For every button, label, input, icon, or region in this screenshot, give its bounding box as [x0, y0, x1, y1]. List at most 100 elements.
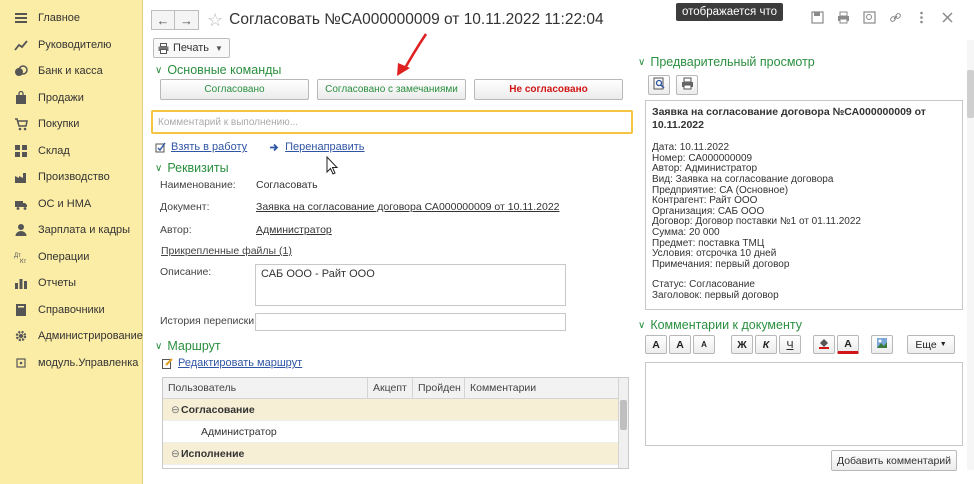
table-row[interactable]: ⊖ Исполнение — [163, 443, 628, 465]
forward-button[interactable]: → — [175, 10, 199, 30]
sidebar-item-admin[interactable]: Администрирование — [0, 323, 143, 350]
back-button[interactable]: ← — [151, 10, 175, 30]
preview-line: Сумма: 20 000 — [652, 226, 720, 238]
name-label: Наименование: — [160, 179, 236, 191]
sidebar-item-reports[interactable]: Отчеты — [0, 270, 142, 297]
title-bar: ← → ☆ Согласовать №СА000000009 от 10.11.… — [151, 8, 604, 32]
preview-zoom-button[interactable] — [648, 75, 670, 95]
close-icon[interactable] — [940, 10, 954, 24]
arrow-left-icon: ← — [156, 12, 170, 28]
sidebar-item-purchases[interactable]: Покупки — [0, 111, 142, 138]
take-to-work-link[interactable]: Взять в работу — [171, 141, 247, 153]
sidebar-item-label: Администрирование — [38, 330, 143, 343]
table-header: Пользователь Акцепт Пройден Комментарии — [163, 378, 628, 399]
section-main-commands[interactable]: ∨ Основные команды — [155, 63, 281, 77]
doc-comment-editor[interactable] — [645, 362, 963, 446]
column-header[interactable]: Акцепт — [368, 378, 413, 398]
sidebar-item-manager[interactable]: Руководителю — [0, 32, 142, 59]
redirect-link[interactable]: Перенаправить — [285, 141, 364, 153]
edit-route-link[interactable]: Редактировать маршрут — [178, 357, 302, 369]
table-row[interactable]: Администратор — [163, 421, 628, 443]
table-scrollbar-thumb[interactable] — [620, 400, 627, 430]
approved-with-remarks-button[interactable]: Согласовано с замечаниями — [317, 79, 466, 100]
preview-icon[interactable] — [862, 10, 876, 24]
sidebar-item-operations[interactable]: Дт Кт Операции — [0, 244, 142, 271]
task-actions: Взять в работу Перенаправить — [155, 141, 365, 153]
sidebar-item-fixed-assets[interactable]: ОС и НМА — [0, 191, 142, 218]
collapse-icon[interactable]: ⊖ — [163, 404, 181, 416]
section-title: Основные команды — [167, 63, 282, 77]
favorite-star-icon[interactable]: ☆ — [207, 11, 223, 29]
warehouse-grid-icon — [14, 144, 28, 158]
add-comment-button[interactable]: Добавить комментарий — [831, 450, 957, 471]
column-header[interactable]: Пользователь — [163, 378, 368, 398]
redirect-icon — [269, 142, 280, 153]
section-route[interactable]: ∨ Маршрут — [155, 339, 221, 353]
sidebar-item-sales[interactable]: Продажи — [0, 85, 142, 112]
sidebar-item-main[interactable]: Главное — [0, 5, 142, 32]
sidebar: Главное Руководителю Банк и касса Продаж… — [0, 0, 143, 484]
preview-line: Примечания: первый договор — [652, 258, 790, 270]
factory-icon — [14, 170, 28, 184]
sidebar-item-bank[interactable]: Банк и касса — [0, 58, 142, 85]
section-doc-comments[interactable]: ∨ Комментарии к документу — [638, 318, 802, 332]
collapse-icon[interactable]: ⊖ — [163, 448, 181, 460]
sidebar-item-warehouse[interactable]: Склад — [0, 138, 142, 165]
sidebar-item-label: Производство — [38, 171, 110, 184]
shopping-bag-icon — [14, 90, 28, 105]
sidebar-item-production[interactable]: Производство — [0, 164, 142, 191]
chevron-down-icon: ∨ — [155, 162, 163, 174]
sidebar-item-salary[interactable]: Зарплата и кадры — [0, 217, 142, 244]
insert-image-button[interactable] — [871, 335, 893, 354]
sidebar-item-module[interactable]: модуль.Управленка — [0, 350, 142, 377]
book-icon — [14, 303, 28, 317]
image-icon — [876, 337, 888, 352]
print-icon[interactable] — [836, 10, 850, 24]
section-requisites[interactable]: ∨ Реквизиты — [155, 161, 229, 175]
font-decrease-button[interactable]: A — [693, 335, 715, 354]
author-link[interactable]: Администратор — [256, 224, 332, 236]
font-increase-button[interactable]: A — [669, 335, 691, 354]
person-icon — [14, 223, 28, 237]
execution-comment-input[interactable]: Комментарий к выполнению... — [151, 110, 633, 134]
chevron-down-icon: ∨ — [638, 56, 646, 68]
document-link[interactable]: Заявка на согласование договора СА000000… — [256, 201, 560, 213]
table-row[interactable]: ⊖ Согласование — [163, 399, 628, 421]
sidebar-item-label: Склад — [38, 144, 70, 157]
task-form: ← → ☆ Согласовать №СА000000009 от 10.11.… — [145, 0, 974, 484]
sidebar-item-label: Отчеты — [38, 277, 77, 290]
approved-button[interactable]: Согласовано — [160, 79, 309, 100]
dropdown-caret-icon: ▼ — [939, 341, 947, 348]
column-header[interactable]: Комментарии — [465, 378, 620, 398]
link-icon[interactable] — [888, 10, 902, 24]
section-preview[interactable]: ∨ Предварительный просмотр — [638, 55, 815, 69]
author-label: Автор: — [160, 224, 192, 236]
dropdown-caret-icon: ▼ — [215, 43, 223, 53]
tooltip: отображается что — [676, 3, 783, 21]
underline-button[interactable]: Ч — [779, 335, 801, 354]
sidebar-item-catalogs[interactable]: Справочники — [0, 297, 142, 324]
sidebar-item-label: Руководителю — [38, 38, 112, 51]
history-field[interactable] — [255, 313, 566, 331]
attached-files-link[interactable]: Прикрепленные файлы (1) — [161, 245, 292, 257]
sidebar-item-label: ОС и НМА — [38, 197, 92, 210]
group-label: Исполнение — [181, 447, 245, 460]
text-color-button[interactable]: A — [837, 335, 859, 354]
not-approved-button[interactable]: Не согласовано — [474, 79, 623, 100]
more-icon[interactable] — [914, 10, 928, 24]
preview-print-button[interactable] — [676, 75, 698, 95]
highlight-color-button[interactable] — [813, 335, 835, 354]
bold-button[interactable]: Ж — [731, 335, 753, 354]
more-button[interactable]: Еще ▼ — [907, 335, 955, 354]
sidebar-item-label: модуль.Управленка — [38, 356, 139, 369]
form-scrollbar-thumb[interactable] — [967, 70, 974, 118]
save-icon[interactable] — [810, 10, 824, 24]
section-title: Маршрут — [167, 339, 221, 353]
gear-icon — [14, 329, 28, 343]
column-header[interactable]: Пройден — [413, 378, 465, 398]
print-button[interactable]: Печать ▼ — [153, 38, 230, 58]
description-label: Описание: — [160, 266, 212, 278]
font-button[interactable]: A — [645, 335, 667, 354]
description-field[interactable]: САБ ООО - Райт ООО — [255, 264, 566, 306]
italic-button[interactable]: К — [755, 335, 777, 354]
